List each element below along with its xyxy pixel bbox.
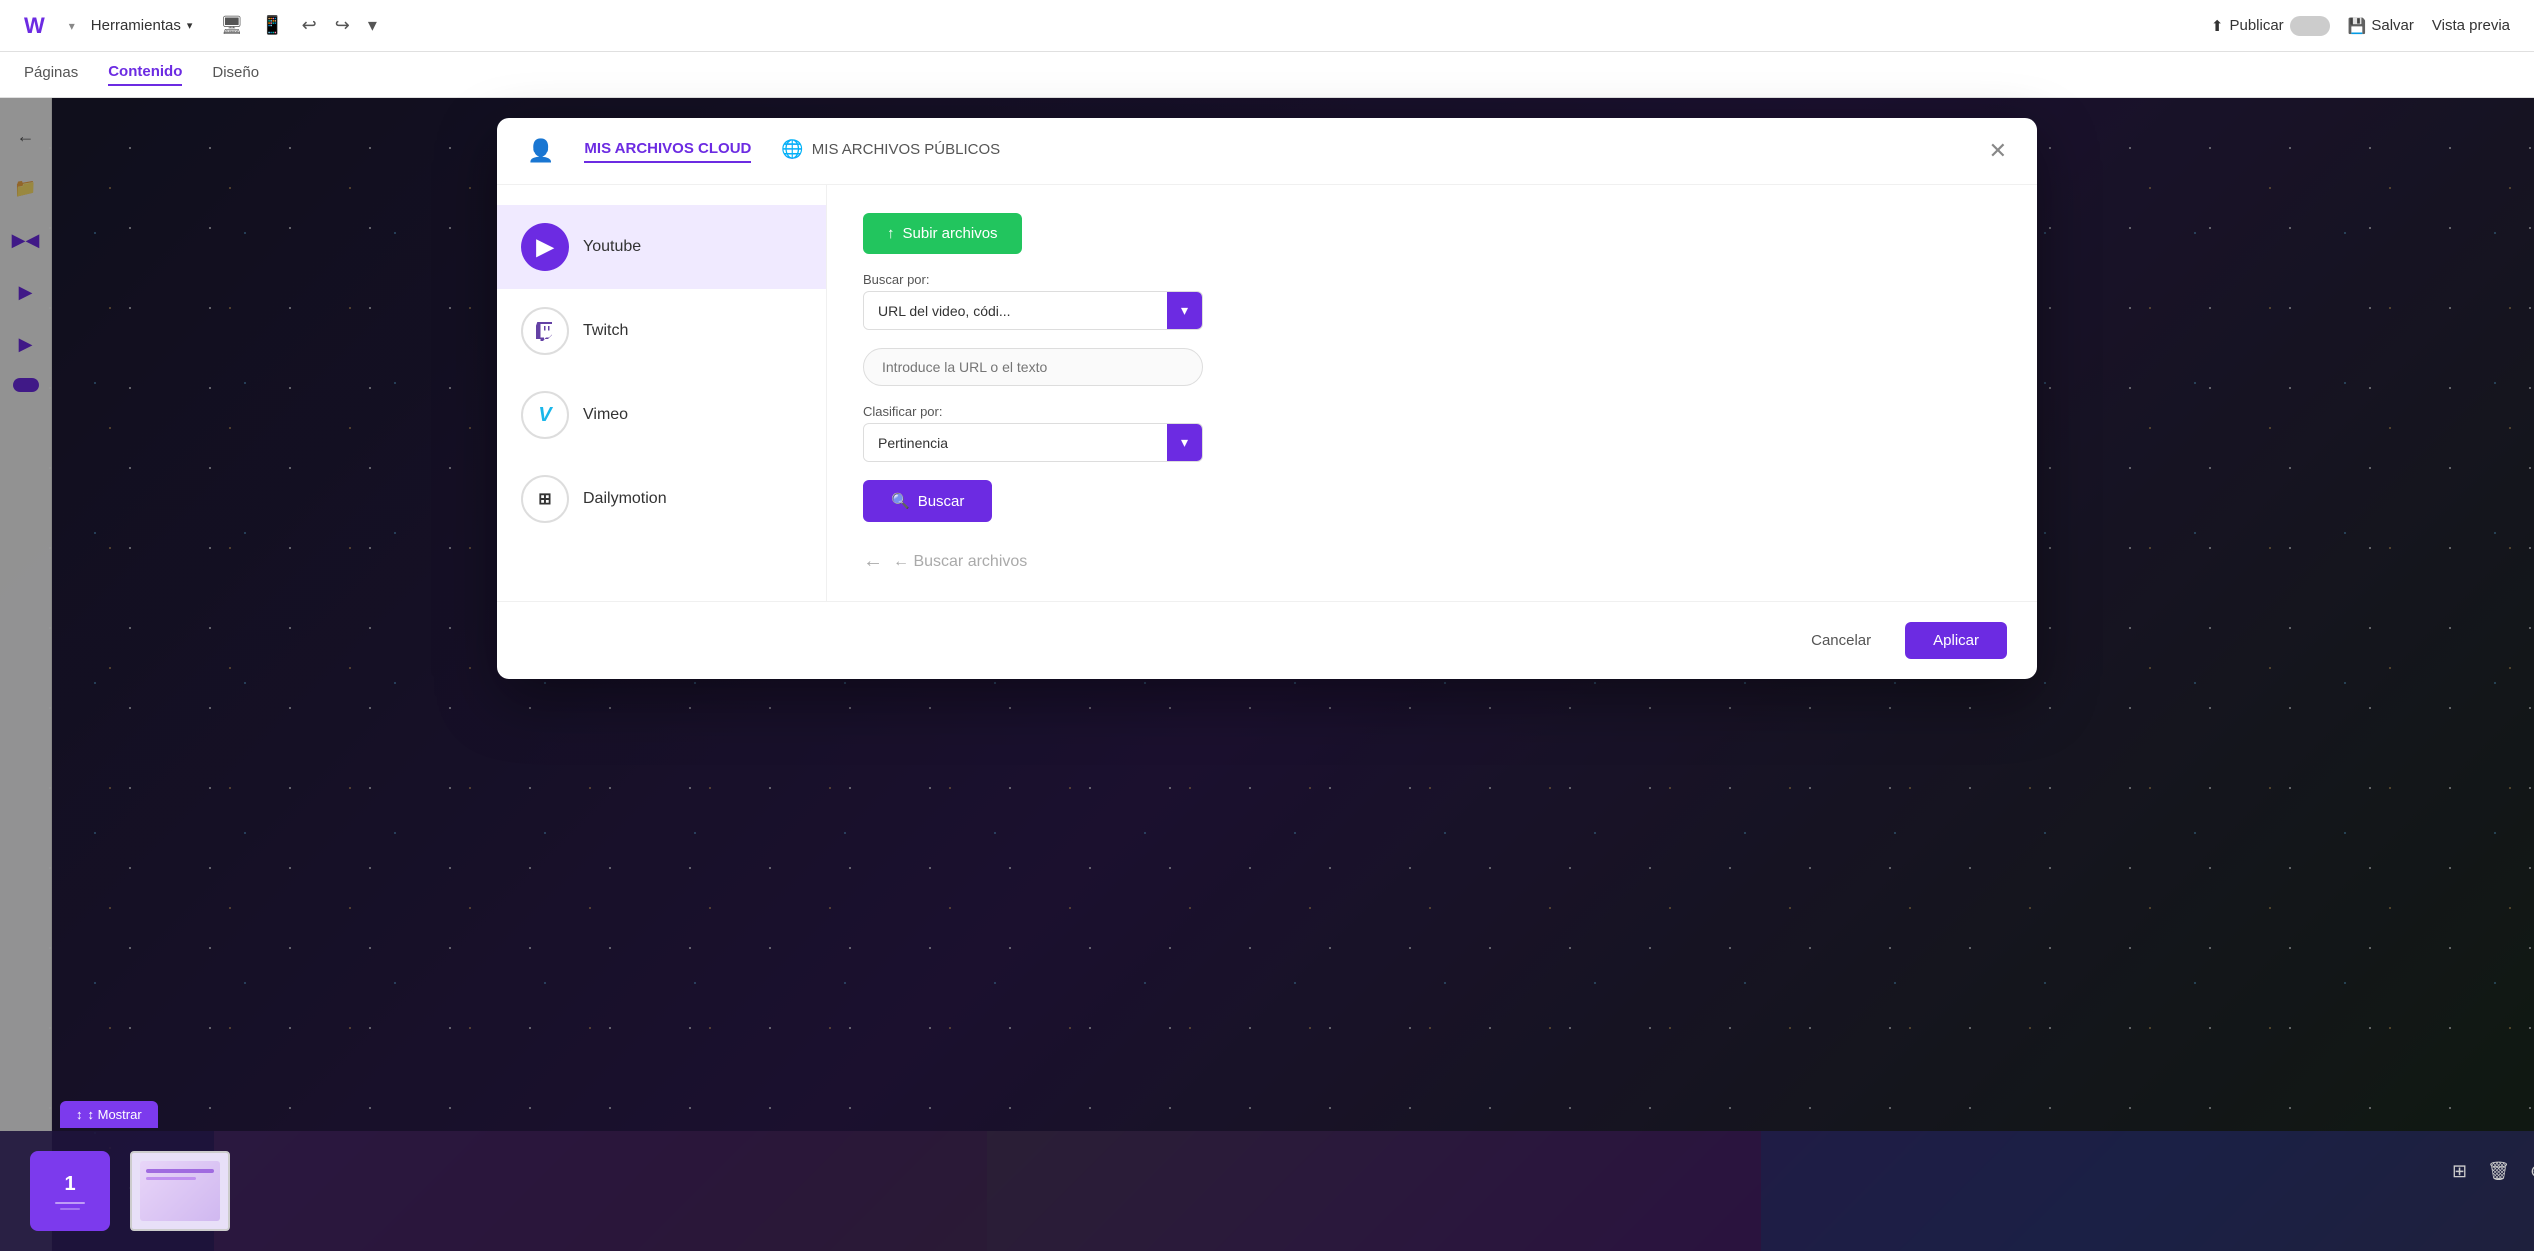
show-icon: ↕ (76, 1107, 83, 1122)
publish-icon: ⬆ (2211, 17, 2224, 35)
results-area: ← ← Buscar archivos (863, 540, 2001, 573)
vimeo-icon: V (521, 391, 569, 439)
save-button[interactable]: 💾 Salvar (2348, 17, 2414, 35)
save-label: Salvar (2371, 17, 2414, 34)
modal-tab-public-files[interactable]: 🌐 MIS ARCHIVOS PÚBLICOS (781, 139, 1000, 164)
modal-user-icon: 👤 (527, 138, 554, 164)
source-list: ▶ Youtube Twitch V Vimeo (497, 185, 827, 601)
source-item-youtube[interactable]: ▶ Youtube (497, 205, 826, 289)
cancel-button[interactable]: Cancelar (1791, 622, 1891, 659)
redo-icon[interactable]: ↪ (335, 15, 350, 36)
youtube-label: Youtube (583, 238, 641, 256)
upload-icon: ↑ (887, 225, 895, 242)
logo: W (24, 13, 45, 39)
nav-diseno[interactable]: Diseño (212, 64, 259, 85)
dailymotion-icon: ⊞ (521, 475, 569, 523)
search-dropdown-button[interactable]: ▾ (1167, 292, 1202, 329)
tools-chevron-icon: ▾ (187, 19, 193, 32)
publish-button[interactable]: ⬆ Publicar (2211, 16, 2330, 36)
modal-tab-public-files-label: MIS ARCHIVOS PÚBLICOS (812, 141, 1000, 158)
results-arrow-icon: ← (863, 550, 883, 573)
topbar-tools[interactable]: Herramientas ▾ (91, 17, 193, 34)
sort-row: Pertinencia ▾ (863, 423, 1203, 462)
source-item-dailymotion[interactable]: ⊞ Dailymotion (497, 457, 826, 541)
topbar-icons: 🖥 📱 ↩ ↪ ▾ (220, 15, 377, 36)
bottom-add-icon[interactable]: ⊞ (2452, 1161, 2467, 1182)
modal-tab-my-files[interactable]: MIS ARCHIVOS CLOUD (584, 140, 751, 163)
sort-select-display: Pertinencia (864, 425, 1167, 461)
bottom-layers-icon[interactable]: ⊕ (2530, 1161, 2534, 1182)
bottom-bar: ↕ ↕ Mostrar 1 ⊞ 🗑 ⊕ 👁 (0, 1131, 2534, 1251)
tools-label: Herramientas (91, 17, 181, 34)
navbar: Páginas Contenido Diseño (0, 52, 2534, 98)
page-thumb-preview[interactable] (130, 1151, 230, 1231)
publish-label: Publicar (2229, 17, 2283, 34)
show-label: ↕ Mostrar (88, 1107, 142, 1122)
preview-button[interactable]: Vista previa (2432, 17, 2510, 34)
topbar-tools-chevron: ▾ (69, 19, 75, 33)
modal-public-icon: 🌐 (781, 139, 803, 160)
buscar-label: Buscar (918, 493, 965, 510)
save-icon: 💾 (2348, 17, 2367, 35)
sort-by-section: Clasificar por: Pertinencia ▾ (863, 404, 2001, 462)
search-icon: 🔍 (891, 492, 910, 510)
topbar: W ▾ Herramientas ▾ 🖥 📱 ↩ ↪ ▾ ⬆ Publicar … (0, 0, 2534, 52)
bottom-delete-icon[interactable]: 🗑 (2487, 1161, 2510, 1182)
search-input-row: URL del video, códi... ▾ (863, 291, 1203, 330)
buscar-button[interactable]: 🔍 Buscar (863, 480, 992, 522)
bottom-actions: ⊞ 🗑 ⊕ 👁 (2452, 1161, 2504, 1182)
modal-close-button[interactable]: ✕ (1989, 140, 2007, 162)
upload-label: Subir archivos (903, 225, 998, 242)
modal-footer: Cancelar Aplicar (497, 601, 2037, 679)
modal-dialog: 👤 MIS ARCHIVOS CLOUD 🌐 MIS ARCHIVOS PÚBL… (497, 118, 2037, 679)
vimeo-label: Vimeo (583, 406, 628, 424)
search-by-section: Buscar por: URL del video, códi... ▾ (863, 272, 2001, 330)
sort-dropdown-button[interactable]: ▾ (1167, 424, 1202, 461)
results-placeholder: ← ← Buscar archivos (863, 550, 1027, 573)
desktop-icon[interactable]: 🖥 (220, 15, 243, 36)
show-button[interactable]: ↕ ↕ Mostrar (60, 1101, 158, 1128)
topbar-right: ⬆ Publicar 💾 Salvar Vista previa (2211, 16, 2510, 36)
search-select-display: URL del video, códi... (864, 293, 1167, 329)
nav-contenido[interactable]: Contenido (108, 63, 182, 86)
search-by-label: Buscar por: (863, 272, 2001, 287)
nav-pages[interactable]: Páginas (24, 64, 78, 85)
upload-button[interactable]: ↑ Subir archivos (863, 213, 1022, 254)
twitch-icon (521, 307, 569, 355)
source-item-vimeo[interactable]: V Vimeo (497, 373, 826, 457)
modal-tab-my-files-label: MIS ARCHIVOS CLOUD (584, 140, 751, 157)
publish-toggle[interactable] (2290, 16, 2330, 36)
dailymotion-label: Dailymotion (583, 490, 667, 508)
sort-by-label: Clasificar por: (863, 404, 2001, 419)
undo-icon[interactable]: ↩ (302, 15, 317, 36)
youtube-icon: ▶ (521, 223, 569, 271)
page-number: 1 (64, 1173, 75, 1196)
modal-header: 👤 MIS ARCHIVOS CLOUD 🌐 MIS ARCHIVOS PÚBL… (497, 118, 2037, 185)
apply-button[interactable]: Aplicar (1905, 622, 2007, 659)
more-icon[interactable]: ▾ (368, 15, 377, 36)
page-thumb-1[interactable]: 1 (30, 1151, 110, 1231)
search-panel: ↑ Subir archivos Buscar por: URL del vid… (827, 185, 2037, 601)
url-input[interactable] (863, 348, 1203, 386)
twitch-label: Twitch (583, 322, 628, 340)
modal-overlay: 👤 MIS ARCHIVOS CLOUD 🌐 MIS ARCHIVOS PÚBL… (0, 98, 2534, 1251)
source-item-twitch[interactable]: Twitch (497, 289, 826, 373)
modal-body: ▶ Youtube Twitch V Vimeo (497, 185, 2037, 601)
results-placeholder-text: ← Buscar archivos (893, 553, 1027, 571)
mobile-icon[interactable]: 📱 (261, 15, 283, 36)
